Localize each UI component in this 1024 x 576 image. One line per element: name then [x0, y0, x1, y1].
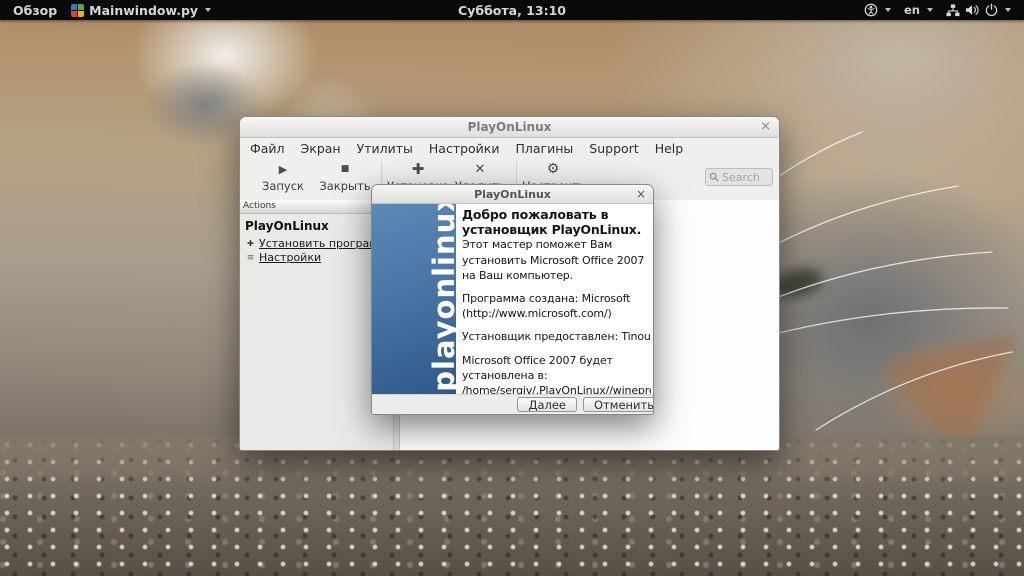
- app-menu-button[interactable]: Mainwindow.py: [67, 3, 215, 18]
- search-icon: [709, 172, 719, 182]
- menubar: Файл Экран Утилиты Настройки Плагины Sup…: [240, 138, 779, 158]
- keyboard-layout-menu[interactable]: en: [901, 3, 936, 17]
- app-menu-label: Mainwindow.py: [89, 3, 198, 18]
- chevron-down-icon: [205, 8, 211, 12]
- chevron-down-icon: [885, 8, 891, 12]
- activities-button[interactable]: Обзор: [9, 3, 61, 18]
- gnome-top-bar: Обзор Mainwindow.py Суббота, 13:10 en: [0, 0, 1024, 20]
- menu-support[interactable]: Support: [581, 139, 646, 158]
- gravel-ground: [0, 436, 1024, 576]
- welcome-heading: Добро пожаловать в установщик PlayOnLinu…: [462, 207, 651, 237]
- menu-screen[interactable]: Экран: [293, 139, 349, 158]
- search-box[interactable]: [705, 168, 773, 186]
- dialog-body: playonlinux Добро пожаловать в установщи…: [372, 204, 653, 394]
- playonlinux-banner: playonlinux: [372, 204, 456, 394]
- accessibility-icon: [864, 3, 878, 17]
- plus-icon: ✚: [245, 237, 256, 251]
- intro-text: Этот мастер поможет Вам установить Micro…: [462, 237, 651, 283]
- close-icon[interactable]: ×: [636, 185, 646, 203]
- gear-icon: ⚙: [522, 161, 584, 178]
- language-indicator: en: [904, 3, 920, 17]
- dialog-button-bar: Далее Отменить: [372, 394, 653, 414]
- power-icon: [985, 3, 998, 17]
- menu-plugins[interactable]: Плагины: [507, 139, 581, 158]
- next-button[interactable]: Далее: [517, 397, 577, 412]
- menu-file[interactable]: Файл: [242, 139, 293, 158]
- main-window-titlebar[interactable]: PlayOnLinux ×: [240, 117, 779, 138]
- cancel-button[interactable]: Отменить: [583, 397, 654, 412]
- app-icon: [71, 4, 84, 17]
- clock-button[interactable]: Суббота, 13:10: [458, 3, 566, 18]
- playonlinux-installer-dialog: PlayOnLinux × playonlinux Добро пожалова…: [371, 184, 654, 415]
- playonlinux-logo-text: playonlinux: [430, 204, 456, 392]
- play-icon: ▶: [252, 161, 314, 178]
- dialog-text: Добро пожаловать в установщик PlayOnLinu…: [456, 204, 653, 394]
- volume-icon: [965, 3, 980, 17]
- stop-icon: ■: [314, 161, 376, 178]
- cross-icon: ✕: [449, 161, 511, 178]
- search-input[interactable]: [722, 171, 766, 184]
- dialog-title: PlayOnLinux: [474, 188, 551, 201]
- close-icon[interactable]: ×: [760, 118, 771, 136]
- plus-icon: ✚: [387, 161, 449, 178]
- menu-utilities[interactable]: Утилиты: [349, 139, 421, 158]
- created-by-text: Программа создана: Microsoft (http://www…: [462, 291, 651, 321]
- chevron-down-icon: [927, 8, 933, 12]
- window-title: PlayOnLinux: [468, 120, 552, 134]
- dialog-titlebar[interactable]: PlayOnLinux ×: [372, 185, 653, 204]
- install-path-text: /home/sergiv/.PlayOnLinux//wineprefix/O: [462, 383, 651, 394]
- list-icon: ≡: [245, 251, 256, 265]
- chevron-down-icon: [1005, 8, 1011, 12]
- menu-settings[interactable]: Настройки: [421, 139, 508, 158]
- network-icon: [946, 4, 960, 17]
- menu-help[interactable]: Help: [647, 139, 692, 158]
- accessibility-menu[interactable]: [861, 3, 894, 17]
- provided-by-text: Установщик предоставлен: Tinou: [462, 329, 651, 344]
- stop-button[interactable]: ■ Закрыть: [314, 161, 376, 193]
- run-button[interactable]: ▶ Запуск: [252, 161, 314, 193]
- install-target-text: Microsoft Office 2007 будет установлена …: [462, 353, 651, 383]
- system-status-menu[interactable]: [943, 3, 1014, 17]
